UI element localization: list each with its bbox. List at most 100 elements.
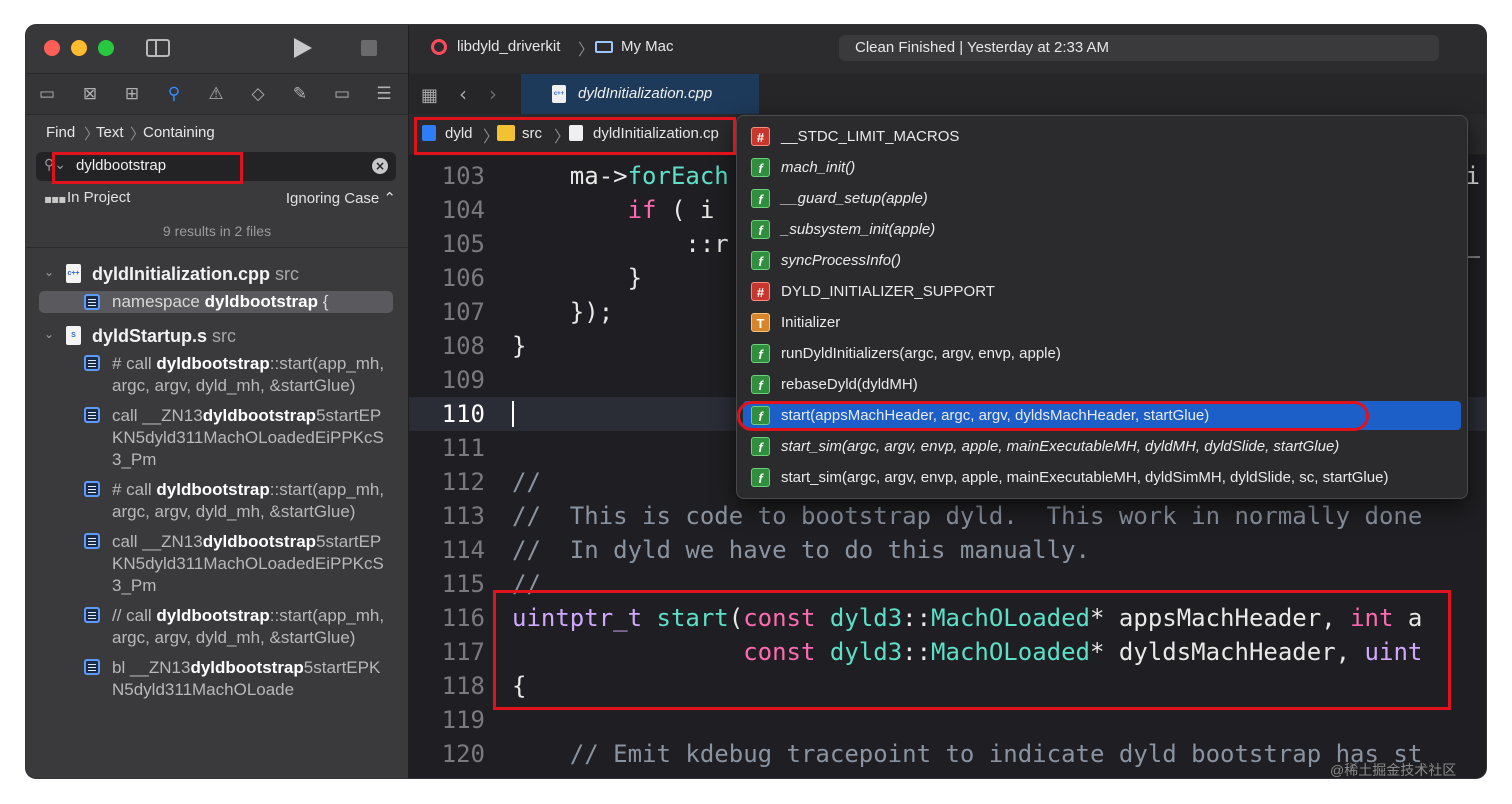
related-items-grid-icon[interactable]: ▦ — [421, 85, 438, 106]
back-icon[interactable]: ‹ — [459, 82, 467, 106]
completion-item[interactable]: T Initializer — [743, 308, 1461, 337]
result-match-row[interactable]: # call dyldbootstrap::start(app_mh, argc… — [82, 353, 392, 397]
annotation-oval-start — [737, 401, 1369, 431]
result-match-row[interactable]: call __ZN13dyldbootstrap5startEPKN5dyld3… — [82, 531, 392, 597]
find-breadcrumb: Find 〉 Text 〉 Containing — [26, 114, 408, 152]
close-window-button[interactable] — [44, 40, 60, 56]
completion-item[interactable]: f start_sim(argc, argv, envp, apple, main… — [743, 463, 1461, 492]
result-match-text: # call dyldbootstrap::start(app_mh, argc… — [112, 480, 385, 521]
destination-selector[interactable]: My Mac — [621, 38, 674, 55]
line-number: 119 — [441, 706, 485, 734]
result-file-name: dyldStartup.s src — [92, 326, 237, 346]
find-mode-button[interactable]: Find — [46, 124, 75, 141]
code-text: if ( i — [627, 196, 715, 224]
laptop-icon[interactable] — [595, 41, 613, 53]
function-kind-icon: f — [751, 375, 770, 394]
toolbar: libdyld_driverkit 〉 My Mac Clean Finishe… — [409, 25, 1486, 73]
code-line[interactable]: 120 // Emit kdebug tracepoint to indicat… — [409, 737, 1486, 771]
source-control-navigator-icon[interactable]: ⊠ — [79, 83, 101, 105]
result-match-text: namespace dyldbootstrap { — [112, 292, 329, 311]
tab-label: dyldInitialization.cpp — [578, 85, 713, 102]
completion-item[interactable]: # __STDC_LIMIT_MACROS — [743, 122, 1461, 151]
line-number: 104 — [441, 196, 485, 224]
clear-search-icon[interactable]: × — [372, 158, 388, 174]
zoom-window-button[interactable] — [98, 40, 114, 56]
find-scope-row: ▪▪▪ In Project Ignoring Case ⌃ — [26, 185, 408, 213]
function-kind-icon: f — [751, 158, 770, 177]
code-text: }); — [512, 298, 614, 326]
result-match-row[interactable]: bl __ZN13dyldbootstrap5startEPKN5dyld311… — [82, 657, 392, 701]
test-navigator-icon[interactable]: ◇ — [247, 83, 269, 105]
completion-item[interactable]: # DYLD_INITIALIZER_SUPPORT — [743, 277, 1461, 306]
result-match-row[interactable]: call __ZN13dyldbootstrap5startEPKN5dyld3… — [82, 405, 392, 471]
stop-icon[interactable] — [361, 40, 377, 56]
code-line[interactable]: 114 // In dyld we have to do this manuall… — [409, 533, 1486, 567]
completion-item[interactable]: f __guard_setup(apple) — [743, 184, 1461, 213]
code-text: ma->forEach — [512, 162, 729, 190]
scope-button[interactable]: In Project — [67, 189, 130, 206]
macro-kind-icon: # — [751, 282, 770, 301]
line-number: 114 — [441, 536, 485, 564]
line-number: 113 — [441, 502, 485, 530]
forward-icon[interactable]: › — [489, 82, 497, 106]
line-number: 107 — [441, 298, 485, 326]
find-type-button[interactable]: Text — [96, 124, 124, 141]
function-kind-icon: f — [751, 468, 770, 487]
completion-label: Initializer — [781, 314, 841, 331]
result-match-row[interactable]: # call dyldbootstrap::start(app_mh, argc… — [82, 479, 392, 523]
completion-label: start_sim(argc, argv, envp, apple, mainE… — [781, 469, 1389, 486]
code-text: } — [512, 332, 527, 360]
text-cursor — [512, 401, 514, 427]
scope-icon: ▪▪▪ — [44, 192, 66, 206]
completion-label: DYLD_INITIALIZER_SUPPORT — [781, 283, 995, 300]
scheme-selector[interactable]: libdyld_driverkit — [457, 38, 560, 55]
code-text: } — [512, 264, 643, 292]
completion-item[interactable]: f syncProcessInfo() — [743, 246, 1461, 275]
cpp-file-icon: c++ — [552, 85, 566, 103]
find-match-button[interactable]: Containing — [143, 124, 215, 141]
find-navigator-icon[interactable]: ⚲ — [163, 83, 185, 105]
line-number: 117 — [441, 638, 485, 666]
annotation-box-jumpbar — [414, 117, 736, 155]
result-match-row[interactable]: // call dyldbootstrap::start(app_mh, arg… — [82, 605, 392, 649]
completion-item[interactable]: f start_sim(argc, argv, envp, apple, main… — [743, 432, 1461, 461]
chevron-down-icon[interactable]: ⌄ — [44, 327, 54, 341]
report-navigator-icon[interactable]: ☰ — [373, 83, 395, 105]
result-file-row[interactable]: ⌄ c++ dyldInitialization.cpp src — [26, 259, 408, 289]
editor-tab-bar: ▦ ‹ › c++ dyldInitialization.cpp — [409, 73, 1486, 114]
text-match-icon — [84, 481, 100, 497]
completion-item[interactable]: f mach_init() — [743, 153, 1461, 182]
activity-status: Clean Finished | Yesterday at 2:33 AM — [839, 35, 1439, 61]
run-icon[interactable] — [294, 38, 312, 58]
sidebar-toggle-icon[interactable] — [146, 39, 170, 57]
result-file-name: dyldInitialization.cpp src — [92, 264, 300, 284]
result-match-row[interactable]: namespace dyldbootstrap { — [39, 291, 393, 313]
issue-navigator-icon[interactable]: ⚠ — [205, 83, 227, 105]
result-match-text: call __ZN13dyldbootstrap5startEPKN5dyld3… — [112, 406, 384, 469]
line-number: 110 — [441, 400, 485, 428]
code-text: // In dyld we have to do this manually. — [512, 536, 1090, 564]
code-line[interactable]: 113 // This is code to bootstrap dyld. Th… — [409, 499, 1486, 533]
source-file-icon: c++ — [66, 264, 81, 283]
line-number: 109 — [441, 366, 485, 394]
project-navigator-icon[interactable]: ▭ — [36, 83, 58, 105]
completion-item[interactable]: f runDyldInitializers(argc, argv, envp, a… — [743, 339, 1461, 368]
scheme-target-icon[interactable] — [431, 39, 447, 55]
completion-item[interactable]: f rebaseDyld(dyldMH) — [743, 370, 1461, 399]
code-text: ::r — [512, 230, 729, 258]
symbol-navigator-icon[interactable]: ⊞ — [121, 83, 143, 105]
line-number: 115 — [441, 570, 485, 598]
chevron-down-icon[interactable]: ⌄ — [44, 265, 54, 279]
result-match-text: call __ZN13dyldbootstrap5startEPKN5dyld3… — [112, 532, 384, 595]
code-text: // This is code to bootstrap dyld. This … — [512, 502, 1423, 530]
debug-navigator-icon[interactable]: ✎ — [289, 83, 311, 105]
text-match-icon — [84, 407, 100, 423]
minimize-window-button[interactable] — [71, 40, 87, 56]
completion-item[interactable]: f _subsystem_init(apple) — [743, 215, 1461, 244]
result-file-row[interactable]: ⌄ SdyldStartup.s src — [26, 321, 408, 351]
line-number: 118 — [441, 672, 485, 700]
tab-dyldinitialization[interactable]: c++ dyldInitialization.cpp — [521, 74, 759, 114]
breakpoint-navigator-icon[interactable]: ▭ — [331, 83, 353, 105]
line-number: 108 — [441, 332, 485, 360]
case-sensitivity-popup[interactable]: Ignoring Case ⌃ — [286, 189, 396, 207]
